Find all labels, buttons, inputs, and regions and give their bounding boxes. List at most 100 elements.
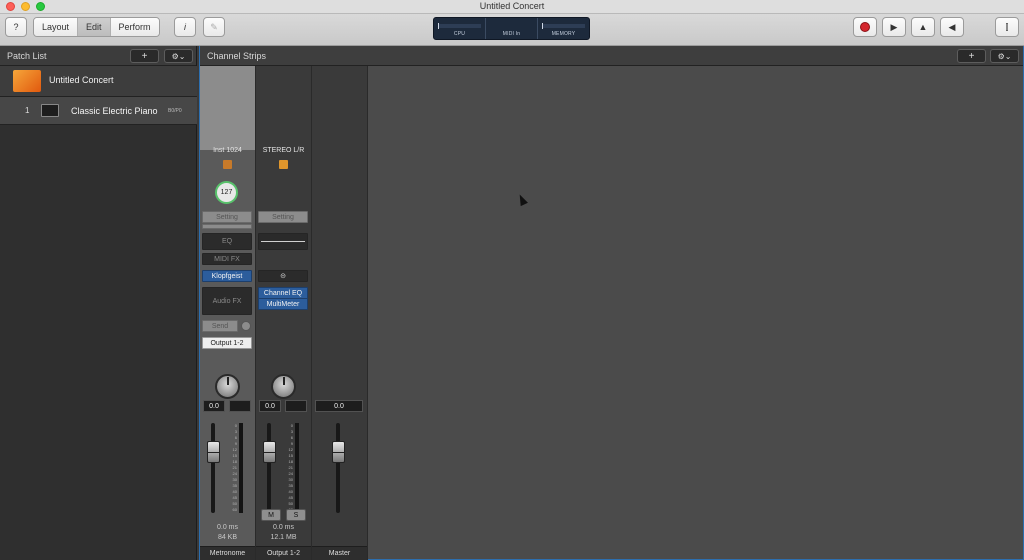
concert-name: Untitled Concert [49, 75, 114, 85]
strip-footer-label: Master [312, 546, 367, 560]
stereo-link-button[interactable]: ⊝ [258, 270, 308, 282]
info-button[interactable]: i [174, 17, 196, 37]
master-volume-button[interactable]: ◀ [940, 17, 964, 37]
channel-strips-action-menu[interactable]: ⚙⌄ [990, 49, 1019, 63]
setting-divider [202, 224, 252, 229]
output-icon [279, 160, 288, 169]
meter-scale-tick: 30 [288, 477, 293, 482]
eq-curve [261, 241, 305, 242]
mixer-icon: ⫿ [1005, 21, 1009, 32]
metronome-button[interactable]: ▲ [911, 17, 935, 37]
peak-value [285, 400, 307, 412]
add-patch-button[interactable]: + [130, 49, 159, 63]
mode-edit-button[interactable]: Edit [78, 18, 111, 36]
patch-list-header: Patch List + ⚙⌄ [0, 46, 196, 66]
setting-button[interactable]: Setting [202, 211, 252, 223]
help-icon: ? [13, 22, 19, 32]
meter-scale-tick: 6 [290, 435, 293, 440]
meter-scale-tick: 3 [290, 429, 293, 434]
mode-layout-button[interactable]: Layout [34, 18, 79, 36]
meter-scale-tick: 18 [288, 459, 293, 464]
title-bar: Untitled Concert [0, 0, 1024, 14]
speaker-icon: ◀ [948, 21, 956, 32]
volume-fader[interactable] [332, 441, 345, 463]
audio-fx-slot[interactable]: Audio FX [202, 287, 252, 315]
memory-meter [542, 24, 585, 28]
lcd-cpu-label: CPU [453, 31, 466, 37]
meter-scale-tick: 35 [288, 483, 293, 488]
add-channel-strip-button[interactable]: + [957, 49, 986, 63]
pan-knob[interactable] [271, 374, 296, 399]
mute-button[interactable]: M [261, 509, 281, 521]
tuner-button[interactable]: ✎ [203, 17, 225, 37]
gear-icon: ⚙⌄ [171, 51, 186, 61]
meter-scale-tick: 50 [232, 501, 237, 506]
strip-footer-label: Output 1-2 [256, 546, 311, 560]
lcd-cpu: CPU [434, 18, 486, 39]
input-level-knob[interactable]: 127 [215, 181, 238, 204]
tuner-icon: ✎ [210, 21, 218, 32]
eq-thumbnail[interactable] [258, 233, 308, 250]
volume-fader-track[interactable] [267, 423, 271, 513]
concert-row[interactable]: Untitled Concert [0, 66, 197, 97]
mouse-cursor [516, 192, 528, 207]
volume-fader[interactable] [263, 441, 276, 463]
strips-area: Inst 1024 127 Setting EQ MIDI FX Klopfge… [200, 66, 1023, 560]
meter-scale-tick: 3 [234, 429, 237, 434]
eq-slot[interactable]: EQ [202, 233, 252, 250]
channel-strip-stereo-out[interactable]: STEREO L/R Setting ⊝ Channel EQ MultiMet… [256, 66, 312, 560]
send-level-knob[interactable] [241, 321, 251, 331]
channel-strip-inst-1024[interactable]: Inst 1024 127 Setting EQ MIDI FX Klopfge… [200, 66, 256, 560]
concert-icon [13, 70, 41, 92]
mode-segmented-control: Layout Edit Perform [33, 17, 160, 37]
peak-value [229, 400, 251, 412]
pan-knob[interactable] [215, 374, 240, 399]
record-button[interactable] [853, 17, 877, 37]
meter-scale-tick: 6 [234, 435, 237, 440]
send-slot[interactable]: Send [202, 320, 238, 332]
strip-selection-highlight [200, 66, 255, 150]
lcd-memory-label: MEMORY [551, 31, 576, 37]
cpu-meter [438, 24, 481, 28]
meter-scale-tick: 12 [288, 447, 293, 452]
audio-fx-slot-2[interactable]: MultiMeter [258, 298, 308, 310]
meter-scale: 03691215182124303540455060 [281, 423, 293, 513]
help-button[interactable]: ? [5, 17, 27, 37]
volume-fader-track[interactable] [211, 423, 215, 513]
mode-perform-button[interactable]: Perform [110, 18, 159, 36]
lcd-midi-in: MIDI In [486, 18, 538, 39]
patch-list-action-menu[interactable]: ⚙⌄ [164, 49, 193, 63]
volume-value: 0.0 [259, 400, 281, 412]
window-title: Untitled Concert [479, 1, 545, 11]
memory-meter-level [542, 23, 543, 29]
play-button[interactable]: ▶ [882, 17, 906, 37]
plus-icon: + [968, 50, 975, 62]
mixer-button[interactable]: ⫿ [995, 17, 1019, 37]
meter-scale-tick: 45 [288, 495, 293, 500]
patch-row[interactable]: 1 Classic Electric Piano B0/P0 [0, 97, 197, 125]
lcd-memory: MEMORY [538, 18, 589, 39]
meter-scale-tick: 40 [232, 489, 237, 494]
meter-scale-tick: 50 [288, 501, 293, 506]
meter-scale-tick: 0 [234, 423, 237, 428]
cpu-meter-level [438, 23, 439, 29]
meter-scale-tick: 60 [232, 507, 237, 512]
setting-button[interactable]: Setting [258, 211, 308, 223]
level-meter [295, 423, 299, 513]
channel-strip-master[interactable]: 0.0 Master [312, 66, 368, 560]
channel-strips-header: Channel Strips + ⚙⌄ [200, 46, 1023, 66]
volume-value: 0.0 [315, 400, 363, 412]
volume-fader[interactable] [207, 441, 220, 463]
strip-memory: 84 KB [217, 534, 238, 541]
solo-button[interactable]: S [286, 509, 306, 521]
meter-scale-tick: 40 [288, 489, 293, 494]
meter-scale-tick: 18 [232, 459, 237, 464]
volume-fader-track[interactable] [336, 423, 340, 513]
channel-strips-panel: Channel Strips + ⚙⌄ Inst 1024 127 Settin… [199, 46, 1024, 560]
instrument-plugin-slot[interactable]: Klopfgeist [202, 270, 252, 282]
strip-name: Inst 1024 [213, 147, 242, 154]
output-slot[interactable]: Output 1-2 [202, 337, 252, 349]
midi-fx-slot[interactable]: MIDI FX [202, 253, 252, 265]
lcd-display[interactable]: CPU MIDI In MEMORY [433, 17, 590, 40]
meter-scale-tick: 24 [232, 471, 237, 476]
